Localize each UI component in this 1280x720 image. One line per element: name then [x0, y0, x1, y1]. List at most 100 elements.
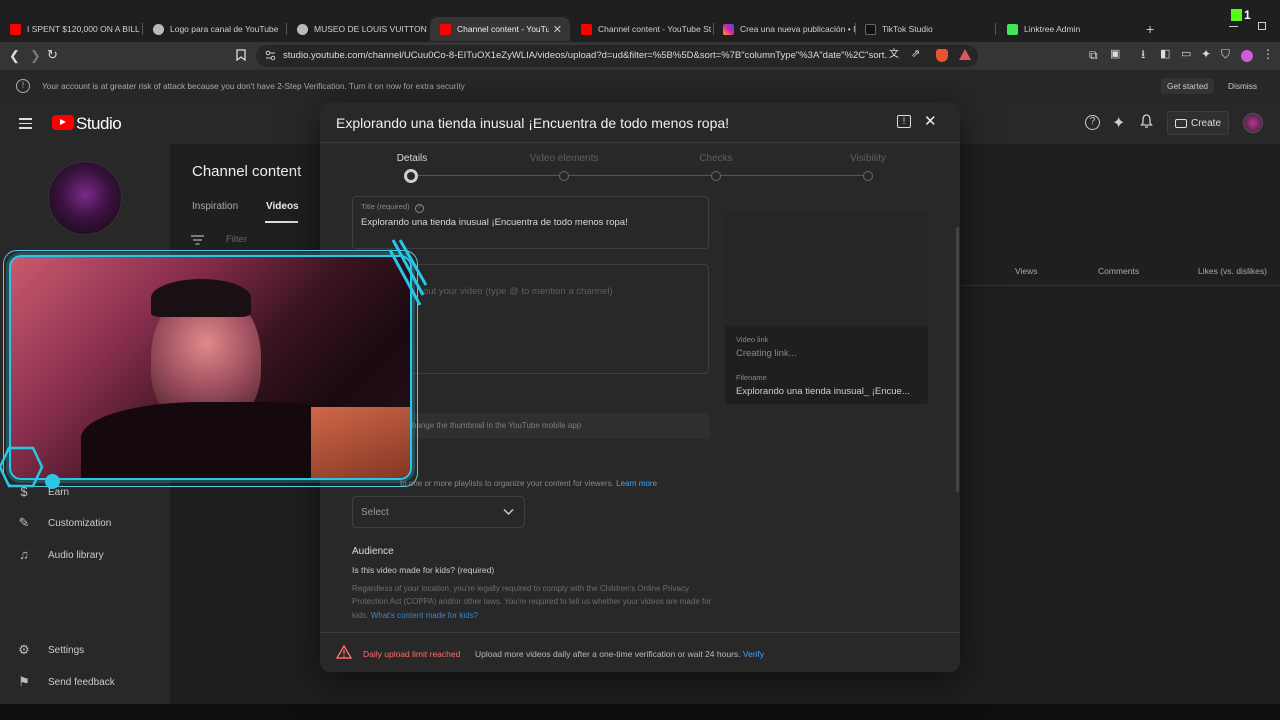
notifications-icon[interactable] — [1140, 114, 1153, 129]
tab-6[interactable]: TikTok Studio — [855, 17, 995, 41]
filename-label: Filename — [736, 373, 767, 382]
tab-0[interactable]: I SPENT $120,000 ON A BILLION — [0, 17, 140, 41]
learn-more-link[interactable]: Learn more — [616, 479, 657, 488]
sidebar-toggle-icon[interactable]: ◧ — [1160, 49, 1170, 60]
dialog-scrollbar[interactable] — [956, 227, 959, 492]
browser-toolbar: ❮ ❯ ↻ studio.youtube.com/channel/UCuu0Co… — [0, 42, 1280, 70]
dismiss-button[interactable]: Dismiss — [1222, 78, 1263, 94]
minimize-icon[interactable] — [1229, 26, 1238, 27]
upload-limit-text: Daily upload limit reached — [363, 649, 461, 659]
site-settings-icon[interactable] — [265, 50, 276, 61]
brave-rewards-icon[interactable] — [959, 49, 971, 60]
video-link-value[interactable]: Creating link... — [736, 348, 797, 359]
create-button[interactable]: Create — [1167, 111, 1229, 135]
column-likes[interactable]: Likes (vs. dislikes) — [1198, 266, 1267, 276]
step-video-elements[interactable]: Video elements — [519, 153, 609, 164]
downloads-icon[interactable]: ⭳ — [1141, 48, 1145, 60]
translate-icon[interactable]: 文 — [889, 50, 899, 60]
step-details[interactable]: Details — [367, 153, 457, 164]
playlists-note: to one or more playlists to organize you… — [400, 479, 658, 488]
forward-icon[interactable]: ❯ — [30, 49, 41, 62]
tab-inspiration[interactable]: Inspiration — [192, 201, 238, 212]
feedback-icon: ⚑ — [18, 674, 30, 689]
vpn-icon[interactable]: ⛉ — [1221, 48, 1230, 60]
sidebar-item-customization[interactable]: ✎ Customization — [17, 516, 112, 530]
security-banner: ! Your account is at greater risk of att… — [0, 70, 1280, 102]
tab-videos[interactable]: Videos — [266, 201, 299, 212]
step-dot-visibility — [863, 171, 873, 181]
webcam-cap — [151, 279, 251, 317]
video-link-label: Video link — [736, 335, 769, 344]
webcam-decor-stripes — [388, 239, 428, 306]
url-text: studio.youtube.com/channel/UCuu0Co-8-EIT… — [283, 50, 888, 61]
tab-2[interactable]: MUSEO DE LOUIS VUITTON Y C — [287, 17, 427, 41]
share-icon[interactable]: ⇗ — [911, 49, 920, 60]
maximize-icon[interactable] — [1258, 22, 1266, 30]
tab-1[interactable]: Logo para canal de YouTube — [143, 17, 286, 41]
music-icon: ♫ — [19, 547, 29, 562]
step-dot-details — [404, 169, 418, 183]
thumbnail-note: hange the thumbnail in the YouTube mobil… — [400, 413, 710, 439]
table-header-divider — [960, 285, 1280, 286]
sidebar-item-settings[interactable]: ⚙ Settings — [17, 643, 84, 657]
chat-icon — [297, 23, 308, 35]
verify-link[interactable]: Verify — [743, 649, 764, 659]
warning-info-icon: ! — [16, 79, 30, 93]
reload-icon[interactable]: ↻ — [47, 48, 58, 61]
get-started-button[interactable]: Get started — [1161, 78, 1215, 94]
close-tab-icon[interactable]: ✕ — [553, 23, 562, 36]
audience-heading: Audience — [352, 546, 394, 557]
kick-logo-icon — [1231, 9, 1242, 21]
tab-3-active[interactable]: Channel content - YouTube ✕ — [430, 17, 570, 41]
page-title: Channel content — [192, 163, 302, 180]
studio-logo-text[interactable]: Studio — [76, 114, 122, 134]
youtube-icon — [10, 23, 21, 35]
back-icon[interactable]: ❮ — [9, 49, 20, 62]
step-checks[interactable]: Checks — [671, 153, 761, 164]
sidebar-item-audio-library[interactable]: ♫ Audio library — [17, 547, 103, 562]
webcam-hexagon-decor — [0, 446, 44, 488]
help-icon[interactable]: ? — [1085, 115, 1100, 130]
account-avatar[interactable] — [1243, 113, 1263, 133]
filter-input[interactable]: Filter — [226, 234, 247, 245]
channel-avatar[interactable] — [48, 161, 122, 235]
profile-icon[interactable] — [1241, 50, 1253, 62]
linktree-icon — [1007, 23, 1018, 35]
video-preview-card: Video link Creating link... Filename Exp… — [725, 212, 928, 404]
sidebar-item-send-feedback[interactable]: ⚑ Send feedback — [17, 675, 115, 689]
brave-shield-icon[interactable] — [936, 49, 948, 62]
webcam-desk — [311, 407, 410, 478]
extension-2-icon[interactable]: ▣ — [1110, 49, 1120, 60]
close-dialog-icon[interactable]: ✕ — [924, 112, 937, 130]
title-help-icon[interactable]: ? — [414, 204, 424, 213]
playlist-select[interactable]: Select — [352, 496, 525, 528]
step-visibility[interactable]: Visibility — [823, 153, 913, 164]
made-for-kids-link[interactable]: What's content made for kids? — [371, 611, 478, 620]
menu-icon[interactable]: ⋮ — [1262, 48, 1274, 60]
sparkle-icon[interactable]: ✦ — [1112, 113, 1125, 133]
description-placeholder: out your video (type @ to mention a chan… — [423, 286, 613, 297]
bookmark-icon[interactable] — [236, 49, 246, 61]
report-issue-icon[interactable]: ! — [897, 115, 911, 128]
new-tab-icon[interactable]: + — [1146, 21, 1154, 37]
column-comments[interactable]: Comments — [1098, 266, 1139, 276]
youtube-logo-icon — [52, 115, 74, 130]
address-bar[interactable]: studio.youtube.com/channel/UCuu0Co-8-EIT… — [256, 45, 978, 67]
create-video-icon — [1174, 118, 1187, 128]
filter-icon[interactable] — [191, 235, 204, 245]
banner-message: Your account is at greater risk of attac… — [42, 81, 465, 91]
browser-tab-bar: I SPENT $120,000 ON A BILLION Logo para … — [0, 0, 1280, 42]
tab-7[interactable]: Linktree Admin — [997, 17, 1137, 41]
dialog-title: Explorando una tienda inusual ¡Encuentra… — [336, 115, 730, 131]
extensions-icon[interactable]: ⧉ — [1089, 49, 1098, 61]
wallet-icon[interactable]: ▭ — [1181, 49, 1191, 60]
tab-4[interactable]: Channel content - YouTube St — [571, 17, 713, 41]
tab-5[interactable]: Crea una nueva publicación • I — [713, 17, 855, 41]
column-views[interactable]: Views — [1015, 266, 1038, 276]
step-dot-video-elements — [559, 171, 569, 181]
leo-ai-icon[interactable]: ✦ — [1201, 48, 1211, 60]
web-icon — [153, 23, 164, 35]
webcam-feed — [9, 255, 412, 480]
step-dot-checks — [711, 171, 721, 181]
hamburger-menu-icon[interactable] — [19, 118, 32, 132]
